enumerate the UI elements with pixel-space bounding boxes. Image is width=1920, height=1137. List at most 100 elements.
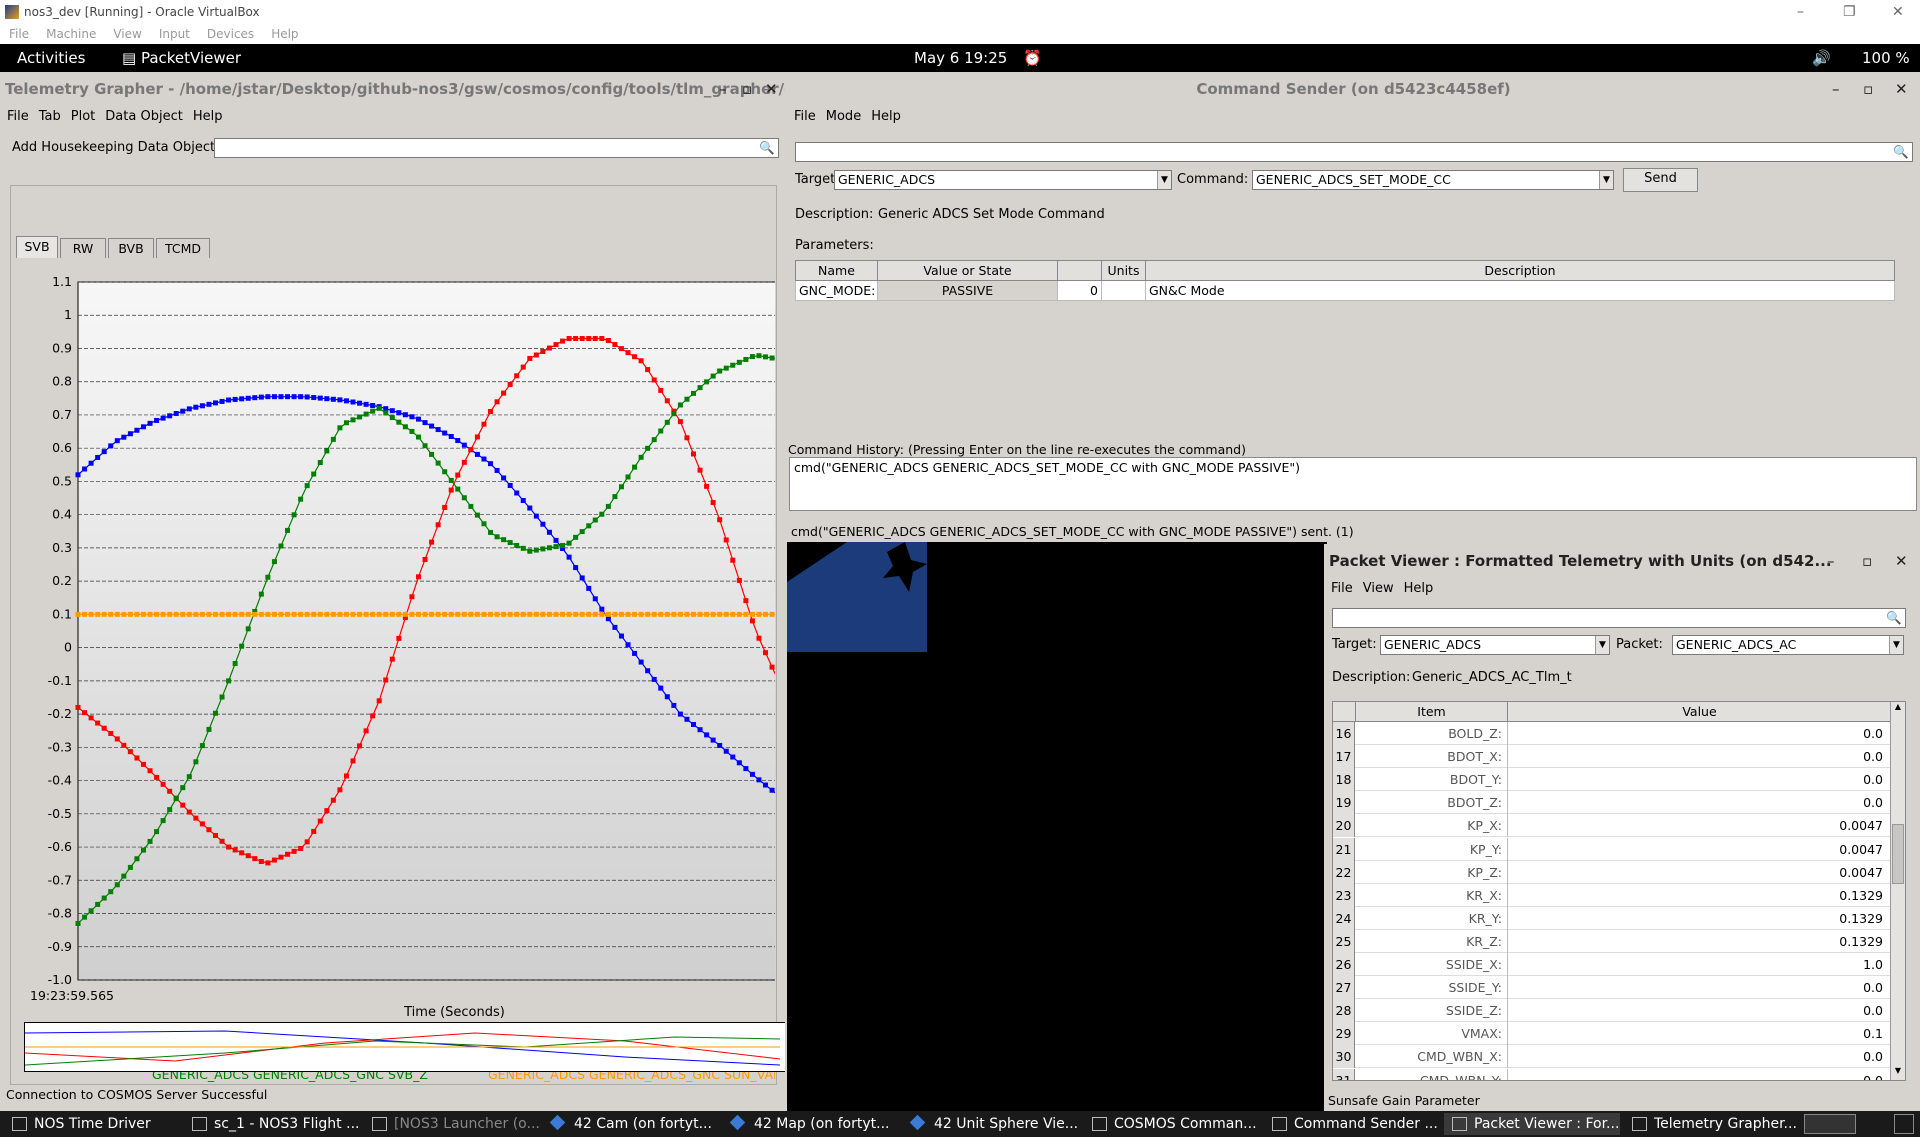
cmd-search-input[interactable]: 🔍 (795, 142, 1913, 162)
chevron-down-icon[interactable]: ▼ (1157, 171, 1171, 189)
data-point (193, 759, 199, 765)
search-icon[interactable]: 🔍 (759, 139, 775, 157)
grapher-menu-help[interactable]: Help (193, 109, 223, 124)
add-data-object-input[interactable]: 🔍 (214, 138, 779, 158)
send-button[interactable]: Send (1623, 168, 1698, 192)
vbox-menu-machine[interactable]: Machine (46, 27, 96, 41)
battery-percent[interactable]: 100 % (1862, 44, 1910, 72)
chevron-down-icon[interactable]: ▼ (1599, 171, 1613, 189)
table-row[interactable]: 31 CMD_WBN_Y: 0.0 (1333, 1068, 1891, 1080)
overview-lines (24, 1030, 781, 1066)
cmd-menu-mode[interactable]: Mode (826, 109, 861, 124)
vbox-menu-input[interactable]: Input (159, 27, 190, 41)
minimize-icon[interactable]: – (719, 72, 727, 106)
vbox-menu-help[interactable]: Help (271, 27, 298, 41)
table-row[interactable]: 24 KR_Y: 0.1329 (1333, 906, 1891, 930)
grapher-menu-tab[interactable]: Tab (39, 109, 61, 124)
cmd-history-box[interactable]: cmd("GENERIC_ADCS GENERIC_ADCS_SET_MODE_… (789, 457, 1917, 511)
item-name: KP_Y: (1469, 841, 1502, 857)
app-menu[interactable]: ▤ PacketViewer (122, 44, 241, 72)
taskbar-item-sc1-flight[interactable]: sc_1 - NOS3 Flight ... (184, 1113, 360, 1135)
close-icon[interactable]: ✕ (1895, 544, 1908, 578)
taskbar-item-packet-viewer[interactable]: Packet Viewer : For... (1444, 1113, 1620, 1135)
minimize-icon[interactable]: – (1827, 544, 1835, 578)
close-icon[interactable]: ✕ (1892, 0, 1904, 24)
taskbar-item-command-sender[interactable]: Command Sender ... (1264, 1113, 1440, 1135)
table-row[interactable]: 18 BDOT_Y: 0.0 (1333, 768, 1891, 792)
table-row[interactable]: 30 CMD_WBN_X: 0.0 (1333, 1045, 1891, 1069)
clock[interactable]: May 6 19:25 (914, 44, 1007, 72)
table-row[interactable]: 29 VMAX: 0.1 (1333, 1022, 1891, 1046)
activities-button[interactable]: Activities (17, 44, 85, 72)
plot-overview-scrubber[interactable] (24, 1022, 785, 1072)
vbox-menu-view[interactable]: View (113, 27, 141, 41)
table-row[interactable]: 16 BOLD_Z: 0.0 (1333, 722, 1891, 745)
taskbar-item-nos-time-driver[interactable]: NOS Time Driver (4, 1113, 180, 1135)
chevron-up-icon[interactable]: ▲ (1891, 702, 1905, 716)
cmd-history-entry[interactable]: cmd("GENERIC_ADCS GENERIC_ADCS_SET_MODE_… (794, 460, 1300, 475)
cmd-command-select[interactable]: GENERIC_ADCS_SET_MODE_CC ▼ (1252, 170, 1614, 190)
maximize-icon[interactable]: ▫ (1863, 72, 1873, 106)
data-point (154, 417, 160, 423)
taskbar-item-telemetry-grapher[interactable]: Telemetry Grapher... (1624, 1113, 1800, 1135)
grapher-menu-file[interactable]: File (7, 109, 29, 124)
table-row[interactable]: 19 BDOT_Z: 0.0 (1333, 791, 1891, 815)
chevron-down-icon[interactable]: ▼ (1595, 636, 1609, 654)
pv-search-input[interactable]: 🔍 (1332, 608, 1906, 628)
workspace-switcher[interactable] (1804, 1114, 1856, 1134)
table-row[interactable]: 25 KR_Z: 0.1329 (1333, 929, 1891, 953)
pv-target-select[interactable]: GENERIC_ADCS ▼ (1380, 635, 1610, 655)
taskbar-item-cosmos-command[interactable]: COSMOS Comman... (1084, 1113, 1260, 1135)
workspace-indicator[interactable] (1894, 1114, 1914, 1134)
volume-icon[interactable]: 🔊 (1812, 44, 1831, 72)
cmd-menu-file[interactable]: File (794, 109, 816, 124)
table-row[interactable]: 20 KP_X: 0.0047 (1333, 814, 1891, 838)
taskbar-item-nos3-launcher[interactable]: [NOS3 Launcher (o... (364, 1113, 540, 1135)
table-row[interactable]: 26 SSIDE_X: 1.0 (1333, 953, 1891, 976)
maximize-icon[interactable]: ▫ (1862, 544, 1872, 578)
pv-menu-file[interactable]: File (1331, 581, 1353, 596)
maximize-icon[interactable]: ❐ (1843, 0, 1856, 24)
cmd-menu-help[interactable]: Help (871, 109, 901, 124)
cmd-target-select[interactable]: GENERIC_ADCS ▼ (834, 170, 1172, 190)
table-row[interactable]: 23 KR_X: 0.1329 (1333, 883, 1891, 907)
data-point (311, 828, 317, 834)
table-row[interactable]: 21 KP_Y: 0.0047 (1333, 837, 1891, 861)
close-icon[interactable]: ✕ (1895, 72, 1908, 106)
taskbar-item-42-unit-sphere[interactable]: 42 Unit Sphere Vie... (904, 1113, 1080, 1135)
search-icon[interactable]: 🔍 (1886, 609, 1902, 627)
chevron-down-icon[interactable]: ▼ (1891, 1066, 1905, 1080)
chevron-down-icon[interactable]: ▼ (1889, 636, 1903, 654)
grapher-menu-plot[interactable]: Plot (71, 109, 96, 124)
minimize-icon[interactable]: – (1832, 72, 1840, 106)
vbox-menu-devices[interactable]: Devices (207, 27, 254, 41)
search-icon[interactable]: 🔍 (1893, 143, 1909, 161)
maximize-icon[interactable]: ▫ (742, 72, 752, 106)
table-row[interactable]: 17 BDOT_X: 0.0 (1333, 745, 1891, 769)
pv-telemetry-table[interactable]: Item Value 16 BOLD_Z: 0.0 17 BDOT_X: 0.0 18 BDO… (1332, 701, 1906, 1081)
pv-menu-help[interactable]: Help (1404, 581, 1434, 596)
close-icon[interactable]: ✕ (765, 72, 778, 106)
y-left-tick-label: 0.5 (52, 473, 72, 488)
table-row[interactable]: GNC_MODE: PASSIVE 0 GN&C Mode (795, 280, 1895, 301)
vbox-menu-file[interactable]: File (9, 27, 29, 41)
telemetry-plot[interactable]: 1.1 1 0.9 0.8 0.7 0.6 0.5 0.4 0.3 0.2 0.1 0 -0.1 -0.2… (12, 186, 775, 1086)
taskbar-label: sc_1 - NOS3 Flight ... (214, 1116, 360, 1132)
table-row[interactable]: 22 KP_Z: 0.0047 (1333, 860, 1891, 884)
pv-scrollbar[interactable]: ▲ ▼ (1890, 702, 1905, 1080)
pv-scrollbar-thumb[interactable] (1892, 824, 1904, 884)
pv-menu-view[interactable]: View (1363, 581, 1394, 596)
param-value-state[interactable]: PASSIVE (877, 280, 1058, 301)
taskbar-label: NOS Time Driver (34, 1116, 151, 1132)
data-point (298, 845, 304, 851)
pv-packet-select[interactable]: GENERIC_ADCS_AC ▼ (1672, 635, 1904, 655)
cosmos-icon (1452, 1117, 1467, 1131)
taskbar-item-42-cam[interactable]: 42 Cam (on fortyt... (544, 1113, 720, 1135)
taskbar-item-42-map[interactable]: 42 Map (on fortyt... (724, 1113, 900, 1135)
grapher-menu-data-object[interactable]: Data Object (105, 109, 183, 124)
table-row[interactable]: 28 SSIDE_Z: 0.0 (1333, 999, 1891, 1023)
taskbar-label: 42 Cam (on fortyt... (574, 1116, 712, 1132)
data-point (664, 611, 670, 617)
table-row[interactable]: 27 SSIDE_Y: 0.0 (1333, 976, 1891, 1000)
minimize-icon[interactable]: – (1797, 0, 1804, 24)
